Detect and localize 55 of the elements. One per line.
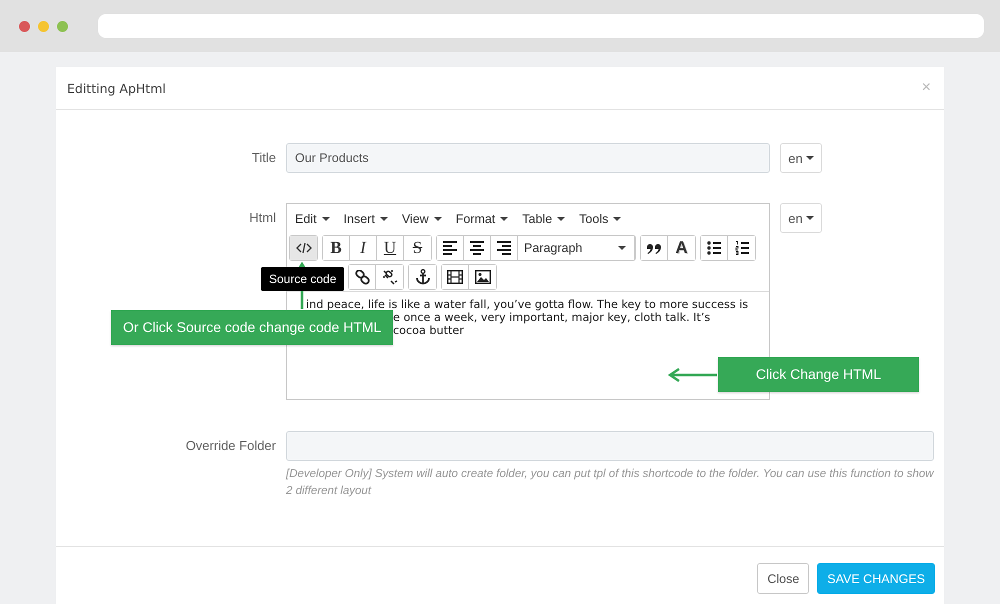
- caret-icon: [618, 246, 626, 250]
- bulleted-list-icon: [707, 241, 721, 255]
- image-icon: [474, 270, 490, 284]
- caret-icon: [322, 216, 330, 220]
- film-icon: [447, 270, 463, 284]
- menu-item[interactable]: View: [402, 212, 442, 226]
- field-label: Title: [250, 149, 276, 165]
- dialog-title: Editting ApHtml: [67, 80, 166, 96]
- caret-icon: [380, 216, 388, 220]
- menu-item[interactable]: Tools: [579, 212, 622, 226]
- quote-icon: [647, 242, 661, 254]
- callout: Click Change HTML: [718, 357, 919, 392]
- menu-item[interactable]: Format: [456, 212, 508, 226]
- align-left-icon: [443, 241, 457, 255]
- caret-icon: [806, 216, 814, 220]
- maximize-dot[interactable]: [57, 20, 68, 32]
- arrow-icon: [668, 368, 718, 382]
- numbered-list-icon: [734, 241, 748, 255]
- toolbar-button[interactable]: [701, 236, 728, 260]
- caret-icon: [613, 216, 622, 220]
- field-label: Override Folder: [184, 437, 276, 453]
- close-dot[interactable]: [19, 20, 30, 32]
- caret-icon: [557, 216, 566, 220]
- menu-item[interactable]: Insert: [344, 212, 388, 226]
- menu-item[interactable]: Table: [522, 212, 566, 226]
- field-label: Html: [248, 209, 276, 225]
- format-button[interactable]: B: [323, 236, 350, 260]
- language-dropdown[interactable]: en: [780, 143, 822, 173]
- editor-text: cocoa butter: [393, 324, 464, 337]
- toolbar-button[interactable]: [442, 265, 469, 289]
- broken-link-icon: [382, 269, 398, 285]
- toolbar-button[interactable]: [437, 236, 464, 260]
- help-text: [Developer Only] System will auto create folder, you can put tpl of this shortcode to the folder. You can use this function to show 2 different layout: [286, 467, 934, 499]
- language-dropdown[interactable]: en: [780, 203, 822, 233]
- folder-field[interactable]: [286, 431, 934, 461]
- editor-text: e once a week, very important, major key, cloth talk. It’s: [393, 311, 710, 324]
- code-icon: [296, 241, 312, 255]
- align-center-icon: [470, 241, 484, 255]
- toolbar-button[interactable]: [349, 265, 376, 289]
- anchor-icon: [416, 269, 430, 285]
- toolbar-button[interactable]: [641, 236, 668, 260]
- caret-icon: [434, 216, 442, 220]
- editor-text: ind peace, life is like a water fall, you’ve gotta flow. The key to more success is: [306, 298, 748, 311]
- toolbar-button[interactable]: [409, 265, 436, 289]
- tooltip: Source code: [261, 267, 344, 291]
- menu-item[interactable]: Edit: [295, 212, 330, 226]
- toolbar-button[interactable]: [290, 236, 317, 260]
- link-icon: [354, 270, 370, 284]
- caret-icon: [806, 156, 814, 160]
- text-field[interactable]: Our Products: [286, 143, 770, 173]
- minimize-dot[interactable]: [38, 20, 49, 32]
- callout: Or Click Source code change code HTML: [111, 310, 394, 345]
- align-right-icon: [497, 241, 511, 255]
- close-button[interactable]: Close: [757, 563, 810, 594]
- caret-icon: [500, 216, 508, 220]
